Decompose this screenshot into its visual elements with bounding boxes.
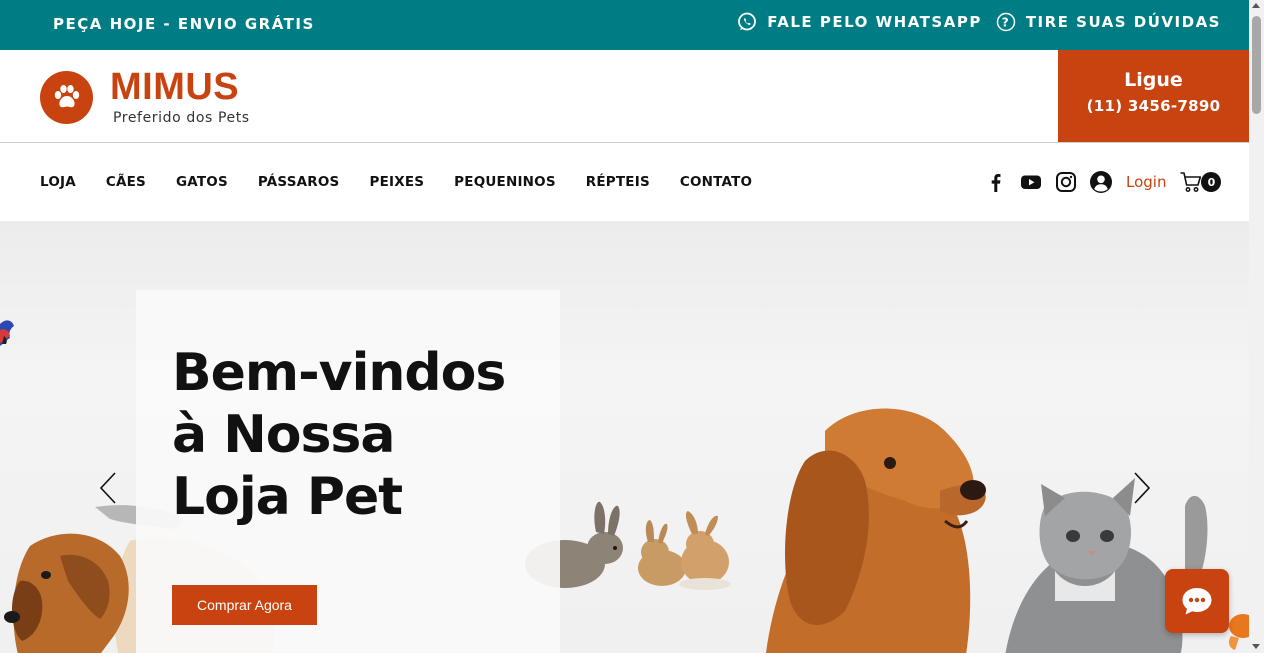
page-scrollbar[interactable] [1249, 0, 1264, 653]
account-icon[interactable] [1089, 170, 1113, 194]
scroll-up-arrow[interactable] [1252, 3, 1260, 8]
hero-title-line: à Nossa [172, 405, 395, 465]
call-phone: (11) 3456-7890 [1086, 97, 1221, 115]
instagram-icon[interactable] [1054, 170, 1078, 194]
hero-section: Bem-vindos à Nossa Loja Pet Comprar Agor… [0, 221, 1249, 653]
shop-now-button[interactable]: Comprar Agora [172, 585, 317, 625]
nav-item-gatos[interactable]: GATOS [176, 174, 228, 190]
hero-title-line: Loja Pet [172, 467, 403, 527]
whatsapp-icon [737, 12, 757, 32]
whatsapp-label: FALE PELO WHATSAPP [767, 13, 982, 31]
call-title: Ligue [1124, 69, 1183, 91]
call-box[interactable]: Ligue (11) 3456-7890 [1058, 50, 1249, 142]
brand-name[interactable]: MIMUS [110, 68, 239, 106]
slider-next-arrow[interactable] [1132, 471, 1152, 505]
top-bar-links: FALE PELO WHATSAPP ? TIRE SUAS DÚVIDAS [737, 12, 1221, 32]
hero-title: Bem-vindos à Nossa Loja Pet [172, 342, 552, 528]
scroll-down-arrow[interactable] [1252, 644, 1260, 649]
scroll-thumb[interactable] [1252, 16, 1261, 114]
site-header: MIMUS Preferido dos Pets Ligue (11) 3456… [0, 50, 1249, 143]
cart-button[interactable]: 0 [1179, 170, 1222, 194]
cart-icon [1180, 172, 1202, 192]
main-nav: LOJA CÃES GATOS PÁSSAROS PEIXES PEQUENIN… [0, 144, 1249, 221]
nav-actions: Login 0 [984, 170, 1222, 194]
page: PEÇA HOJE - ENVIO GRÁTIS FALE PELO WHATS… [0, 0, 1264, 653]
whatsapp-link[interactable]: FALE PELO WHATSAPP [737, 12, 982, 32]
logo[interactable] [40, 71, 93, 124]
nav-item-repteis[interactable]: RÉPTEIS [586, 174, 650, 190]
nav-item-pequeninos[interactable]: PEQUENINOS [454, 174, 556, 190]
hero-card: Bem-vindos à Nossa Loja Pet Comprar Agor… [136, 290, 560, 653]
svg-text:?: ? [1002, 15, 1010, 29]
faq-label: TIRE SUAS DÚVIDAS [1025, 13, 1221, 31]
chat-bubble-icon [1182, 588, 1212, 615]
promo-text: PEÇA HOJE - ENVIO GRÁTIS [53, 15, 315, 33]
paw-icon [54, 84, 79, 107]
cart-count-badge: 0 [1201, 172, 1222, 192]
brand-tagline: Preferido dos Pets [113, 110, 250, 126]
nav-item-loja[interactable]: LOJA [40, 174, 76, 190]
top-bar: PEÇA HOJE - ENVIO GRÁTIS FALE PELO WHATS… [0, 0, 1249, 50]
login-link[interactable]: Login [1126, 173, 1166, 191]
facebook-icon[interactable] [984, 170, 1008, 194]
youtube-icon[interactable] [1019, 170, 1043, 194]
nav-item-contato[interactable]: CONTATO [680, 174, 752, 190]
nav-item-peixes[interactable]: PEIXES [369, 174, 424, 190]
slider-prev-arrow[interactable] [98, 471, 118, 505]
hero-title-line: Bem-vindos [172, 343, 506, 403]
faq-link[interactable]: ? TIRE SUAS DÚVIDAS [996, 12, 1221, 32]
nav-menu: LOJA CÃES GATOS PÁSSAROS PEIXES PEQUENIN… [40, 174, 782, 190]
question-icon: ? [996, 12, 1016, 32]
parrot-image [0, 320, 14, 346]
nav-item-passaros[interactable]: PÁSSAROS [258, 174, 340, 190]
chat-button[interactable] [1165, 569, 1229, 633]
nav-item-caes[interactable]: CÃES [106, 174, 146, 190]
